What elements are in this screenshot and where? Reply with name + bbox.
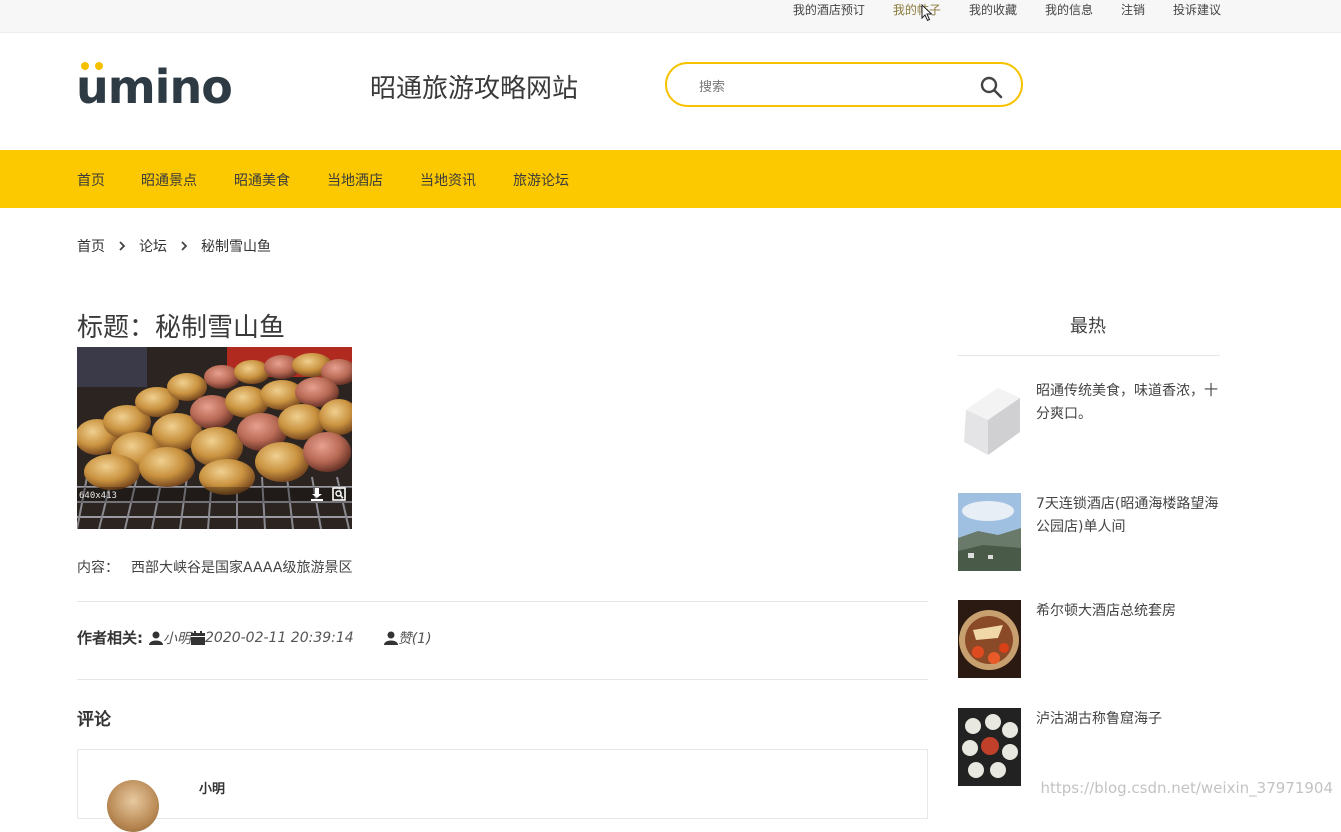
breadcrumb-home[interactable]: 首页 <box>77 236 105 256</box>
nav-forum[interactable]: 旅游论坛 <box>513 170 569 190</box>
nav-home[interactable]: 首页 <box>77 170 105 190</box>
breadcrumb: 首页 论坛 秘制雪山鱼 <box>77 236 271 256</box>
thumbnail-image <box>958 380 1021 458</box>
user-links: 我的酒店预订 我的帖子 我的收藏 我的信息 注销 投诉建议 <box>765 0 1221 20</box>
link-my-info[interactable]: 我的信息 <box>1045 0 1093 20</box>
user-icon <box>383 631 398 645</box>
commenter-name: 小明 <box>199 782 226 797</box>
link-complaint[interactable]: 投诉建议 <box>1173 0 1221 20</box>
comment-item: 小明 <box>77 749 928 832</box>
zoom-icon[interactable] <box>332 487 346 501</box>
link-hotel-booking[interactable]: 我的酒店预订 <box>793 0 865 20</box>
post-content: 内容： 西部大峡谷是国家AAAA级旅游景区 <box>77 557 352 577</box>
hot-item-text[interactable]: 泸沽湖古称鲁窟海子 <box>1036 708 1220 731</box>
calendar-icon <box>191 630 205 645</box>
content-label: 内容： <box>77 560 119 576</box>
divider <box>77 679 928 680</box>
top-bar: 我的酒店预订 我的帖子 我的收藏 我的信息 注销 投诉建议 <box>0 0 1341 33</box>
author-name[interactable]: 小明 <box>163 628 191 648</box>
content-text: 西部大峡谷是国家AAAA级旅游景区 <box>131 560 353 576</box>
logo-dot-right <box>95 62 103 70</box>
search-box <box>665 62 1023 107</box>
post-image[interactable]: 640x413 <box>77 347 352 529</box>
link-my-posts[interactable]: 我的帖子 <box>893 0 941 20</box>
download-icon[interactable] <box>310 487 324 501</box>
hot-item-text[interactable]: 7天连锁酒店(昭通海楼路望海公园店)单人间 <box>1036 493 1220 539</box>
post-title: 标题：秘制雪山鱼 <box>77 313 286 343</box>
image-size-label: 640x413 <box>79 491 117 501</box>
nav-hotels[interactable]: 当地酒店 <box>327 170 383 190</box>
thumbnail-image <box>958 708 1021 786</box>
watermark: https://blog.csdn.net/weixin_37971904 <box>1040 779 1333 797</box>
author-label: 作者相关: <box>77 629 143 647</box>
search-input[interactable] <box>697 74 971 98</box>
logo-dot-left <box>81 62 89 70</box>
site-logo[interactable]: umino <box>76 60 236 112</box>
potatoes-photo <box>77 347 352 529</box>
nav-food[interactable]: 昭通美食 <box>234 170 290 190</box>
chevron-right-icon <box>181 241 188 251</box>
avatar <box>107 780 159 832</box>
divider <box>958 355 1220 356</box>
post-date: 2020-02-11 20:39:14 <box>205 629 354 646</box>
site-title: 昭通旅游攻略网站 <box>370 74 579 104</box>
link-my-favorites[interactable]: 我的收藏 <box>969 0 1017 20</box>
breadcrumb-forum[interactable]: 论坛 <box>139 236 167 256</box>
thumbnail-image <box>958 493 1021 571</box>
nav-news[interactable]: 当地资讯 <box>420 170 476 190</box>
comments-title: 评论 <box>77 710 111 730</box>
hot-item-text[interactable]: 希尔顿大酒店总统套房 <box>1036 600 1220 623</box>
sidebar-title: 最热 <box>1070 316 1106 337</box>
chevron-right-icon <box>119 241 126 251</box>
divider <box>77 601 928 602</box>
search-icon[interactable] <box>979 75 1003 99</box>
mouse-cursor-icon <box>921 4 933 22</box>
thumbnail-image <box>958 600 1021 678</box>
nav-attractions[interactable]: 昭通景点 <box>141 170 197 190</box>
hot-item-text[interactable]: 昭通传统美食，味道香浓，十分爽口。 <box>1036 380 1220 426</box>
like-count[interactable]: 赞(1) <box>398 628 432 648</box>
link-logout[interactable]: 注销 <box>1121 0 1145 20</box>
author-info: 作者相关: 小明 2020-02-11 20:39:14 赞(1) <box>77 627 432 648</box>
main-nav: 首页 昭通景点 昭通美食 当地酒店 当地资讯 旅游论坛 <box>0 150 1341 208</box>
user-icon <box>149 631 163 645</box>
breadcrumb-current: 秘制雪山鱼 <box>201 239 271 255</box>
